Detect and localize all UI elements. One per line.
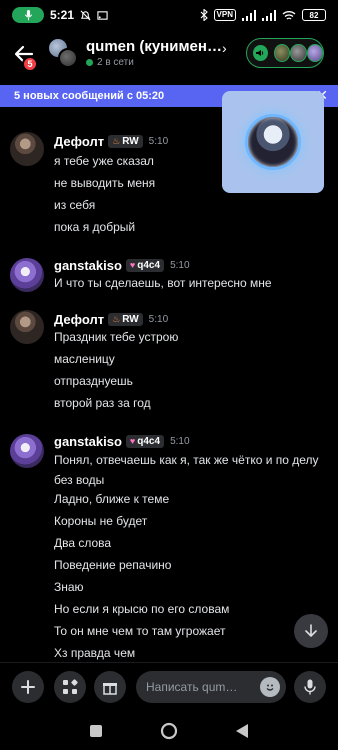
timestamp: 5:10 <box>170 435 190 447</box>
user-tag: ♥ q4c4 <box>125 434 165 448</box>
message-text: То он мне чем то там угрожает <box>54 624 226 638</box>
heart-icon: ♥ <box>129 436 136 446</box>
system-navigation-bar <box>0 712 338 750</box>
battery-indicator: 82 <box>302 9 326 21</box>
cast-icon <box>97 10 108 20</box>
username[interactable]: Дефолт <box>54 134 104 149</box>
message-text: Поведение репачино <box>54 558 172 572</box>
online-dot-icon <box>86 59 93 66</box>
channel-title[interactable]: qumen (кунимен… <box>86 38 222 55</box>
timestamp: 5:10 <box>170 259 190 271</box>
status-bar: 5:21 VPN 82 <box>0 0 338 30</box>
signal-icon <box>242 9 256 21</box>
message-text: Понял, отвечаешь как я, так же чётко и п… <box>54 453 319 487</box>
avatar[interactable] <box>10 258 44 292</box>
avatar[interactable] <box>10 310 44 344</box>
home-circle-icon[interactable] <box>160 722 178 740</box>
gift-button[interactable] <box>94 671 126 703</box>
microphone-icon <box>304 679 316 695</box>
username[interactable]: ganstakiso <box>54 258 122 273</box>
message-text: Но если я крысю по его словам <box>54 602 230 616</box>
channel-header: 5 qumen (кунимен… › 2 в сети <box>0 32 338 76</box>
message-text: масленицу <box>54 352 115 366</box>
message-text: Короны не будет <box>54 514 148 528</box>
apps-icon <box>63 679 78 694</box>
apps-button[interactable] <box>54 671 86 703</box>
fire-icon: ♨ <box>112 135 121 146</box>
voice-participant-avatar <box>306 44 323 62</box>
muted-bell-icon <box>80 10 91 20</box>
heart-icon: ♥ <box>129 260 136 270</box>
avatar <box>58 48 78 68</box>
unread-badge: 5 <box>22 56 38 72</box>
gift-icon <box>103 683 117 695</box>
message-text: Праздник тебе устрою <box>54 330 179 344</box>
wifi-icon <box>282 10 296 20</box>
message-text: Ладно, ближе к теме <box>54 492 170 506</box>
message-text: пока я добрый <box>54 220 136 234</box>
mic-active-icon <box>12 7 44 23</box>
timestamp: 5:10 <box>148 313 169 325</box>
group-avatar[interactable] <box>48 38 78 68</box>
user-tag: ♥ q4c4 <box>125 258 165 272</box>
online-status: 2 в сети <box>86 57 134 68</box>
username[interactable]: ganstakiso <box>54 434 122 449</box>
message-text: Хз правда чем <box>54 646 136 660</box>
user-tag: ♨ RW <box>108 312 143 326</box>
plus-icon <box>21 680 35 694</box>
voice-message-button[interactable] <box>294 671 326 703</box>
recents-square-icon[interactable] <box>89 724 103 738</box>
back-triangle-icon[interactable] <box>235 723 249 739</box>
username[interactable]: Дефолт <box>54 312 104 327</box>
message-text: из себя <box>54 198 96 212</box>
message-input[interactable]: Написать qum… <box>136 671 286 703</box>
message-composer: Написать qum… <box>0 662 338 710</box>
arrow-down-icon <box>305 624 317 637</box>
add-attachment-button[interactable] <box>12 671 44 703</box>
message-text: Знаю <box>54 580 84 594</box>
message-text: не выводить меня <box>54 176 156 190</box>
avatar[interactable] <box>10 132 44 166</box>
vpn-badge: VPN <box>213 9 236 21</box>
timestamp: 5:10 <box>148 135 169 147</box>
message-text: И что ты сделаешь, вот интересно мне <box>54 276 272 290</box>
message-text: отпразднуешь <box>54 374 133 388</box>
voice-participant-avatar <box>290 44 307 62</box>
message-text: Два слова <box>54 536 112 550</box>
speaker-icon <box>253 45 268 61</box>
fire-icon: ♨ <box>112 313 121 324</box>
status-time: 5:21 <box>50 8 75 22</box>
user-tag: ♨ RW <box>108 134 143 148</box>
avatar[interactable] <box>10 434 44 468</box>
emoji-button[interactable] <box>260 677 280 697</box>
message-text: я тебе уже сказал <box>54 154 154 168</box>
voice-participant-avatar <box>273 44 290 62</box>
smile-icon <box>266 684 274 691</box>
scroll-to-bottom-button[interactable] <box>294 614 328 648</box>
call-pip-window[interactable] <box>222 91 324 193</box>
voice-call-pill[interactable] <box>246 38 324 68</box>
message-text: второй раз за год <box>54 396 151 410</box>
chevron-right-icon[interactable]: › <box>222 40 227 56</box>
avatar <box>245 114 301 170</box>
bluetooth-icon <box>200 9 208 21</box>
signal-icon-2 <box>262 9 276 21</box>
